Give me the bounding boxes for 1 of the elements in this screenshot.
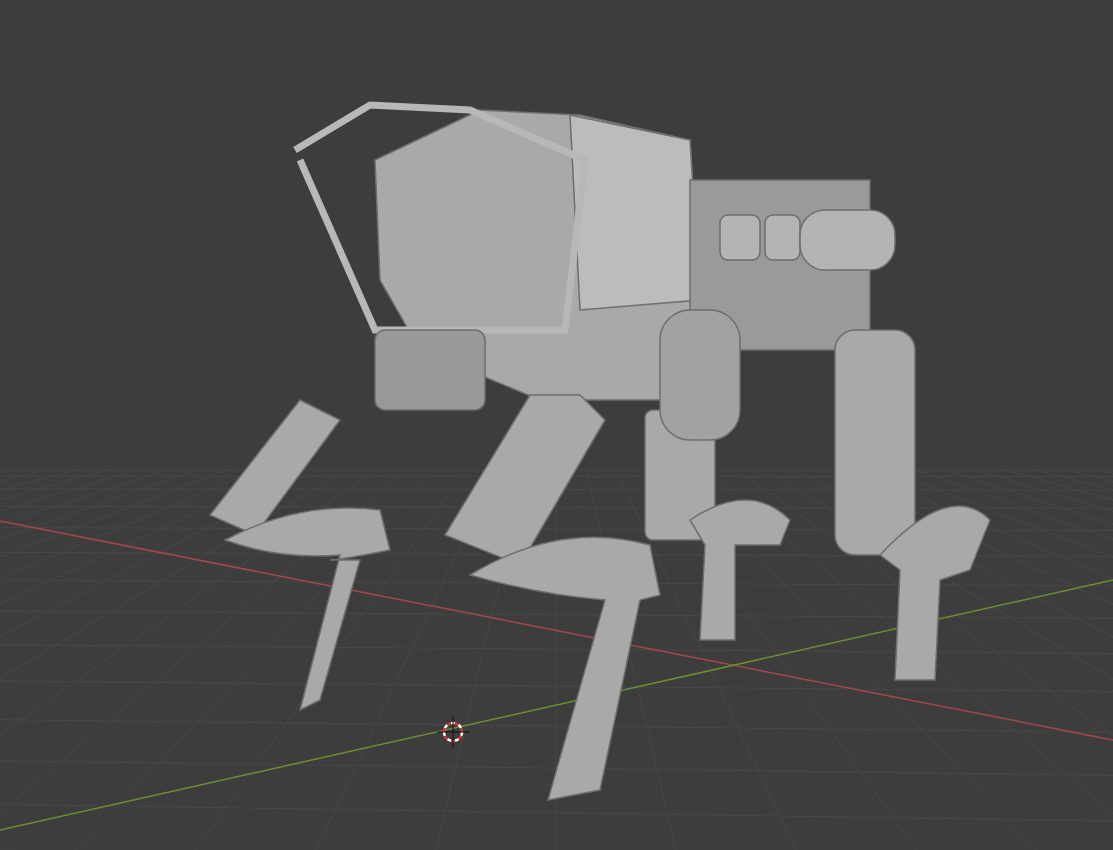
3d-cursor-icon[interactable]: [436, 715, 470, 749]
